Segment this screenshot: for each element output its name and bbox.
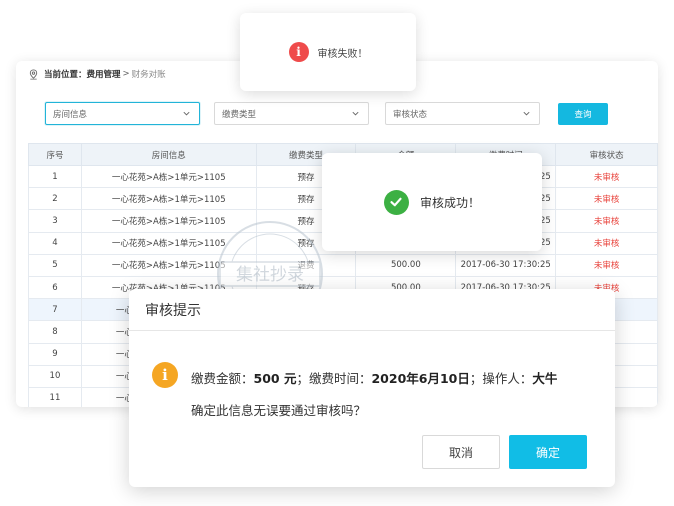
- operator-label: ；操作人：: [469, 371, 533, 386]
- cell-status: 未审核: [555, 231, 658, 255]
- col-header-index: 序号: [28, 143, 82, 166]
- chevron-down-icon: [183, 111, 190, 116]
- chevron-down-icon: [523, 111, 530, 116]
- room-info-select-label: 房间信息: [53, 109, 88, 120]
- location-pin-icon: [29, 68, 38, 79]
- cell-index: 6: [28, 275, 82, 300]
- breadcrumb: 当前位置： 费用管理 > 财务对账: [28, 68, 166, 80]
- col-header-status: 审核状态: [555, 143, 658, 166]
- cell-status: 未审核: [555, 187, 658, 211]
- cell-index: 7: [28, 298, 82, 322]
- cell-amount: 500.00: [355, 253, 457, 277]
- cell-index: 10: [28, 364, 82, 388]
- breadcrumb-page: 财务对账: [131, 70, 166, 80]
- audit-success-toast: 审核成功！: [322, 153, 542, 251]
- breadcrumb-section[interactable]: 费用管理: [87, 68, 121, 80]
- amount-value: 500 元: [253, 371, 297, 386]
- cell-index: 5: [28, 253, 82, 277]
- cell-index: 9: [28, 342, 82, 366]
- dialog-divider: [129, 330, 615, 331]
- cell-index: 3: [28, 209, 82, 233]
- payment-type-select[interactable]: 缴费类型: [214, 102, 369, 125]
- info-icon: i: [152, 362, 178, 388]
- cell-status: 未审核: [555, 253, 658, 277]
- dialog-payment-summary: 缴费金额：500 元；缴费时间：2020年6月10日；操作人：大牛: [191, 368, 557, 387]
- cell-status: 未审核: [555, 164, 658, 189]
- cell-room: 一心花苑>A栋>1单元>1105: [80, 253, 257, 277]
- time-value: 2020年6月10日: [371, 371, 470, 386]
- cell-time: 2017-06-30 17:30:25: [455, 253, 557, 277]
- cancel-button[interactable]: 取消: [422, 435, 500, 469]
- query-button[interactable]: 查询: [558, 103, 608, 125]
- dialog-confirm-question: 确定此信息无误要通过审核吗？: [191, 403, 367, 418]
- cell-room: 一心花苑>A栋>1单元>1105: [80, 187, 257, 211]
- cell-room: 一心花苑>A栋>1单元>1105: [80, 231, 257, 255]
- cell-status: 未审核: [555, 209, 658, 233]
- cell-index: 4: [28, 231, 82, 255]
- cell-room: 一心花苑>A栋>1单元>1105: [80, 164, 257, 189]
- audit-confirm-dialog: 审核提示 i 缴费金额：500 元；缴费时间：2020年6月10日；操作人：大牛…: [129, 289, 615, 487]
- cell-index: 8: [28, 320, 82, 344]
- audit-success-text: 审核成功！: [419, 195, 480, 210]
- payment-type-select-label: 缴费类型: [222, 109, 257, 120]
- audit-status-select[interactable]: 审核状态: [385, 102, 540, 125]
- audit-fail-text: 审核失败！: [317, 48, 368, 60]
- col-header-room: 房间信息: [80, 143, 257, 166]
- audit-fail-toast: i 审核失败！: [240, 13, 416, 91]
- cell-index: 1: [28, 164, 82, 189]
- cell-index: 2: [28, 187, 82, 211]
- check-icon: [383, 189, 409, 215]
- breadcrumb-separator: >: [122, 69, 130, 79]
- cell-type: 退费: [255, 253, 357, 277]
- dialog-title: 审核提示: [145, 303, 201, 319]
- amount-label: 缴费金额：: [191, 371, 254, 386]
- confirm-button[interactable]: 确定: [509, 435, 587, 469]
- room-info-select[interactable]: 房间信息: [45, 102, 200, 125]
- cell-room: 一心花苑>A栋>1单元>1105: [80, 209, 257, 233]
- cell-index: 11: [28, 386, 82, 407]
- info-icon: i: [288, 42, 309, 62]
- time-label: ；缴费时间：: [296, 371, 372, 386]
- operator-value: 大牛: [532, 371, 558, 386]
- audit-status-select-label: 审核状态: [393, 109, 428, 120]
- breadcrumb-current-label: 当前位置：: [44, 70, 87, 80]
- chevron-down-icon: [352, 111, 359, 116]
- table-row[interactable]: 5 一心花苑>A栋>1单元>1105 退费 500.00 2017-06-30 17:3…: [28, 253, 658, 277]
